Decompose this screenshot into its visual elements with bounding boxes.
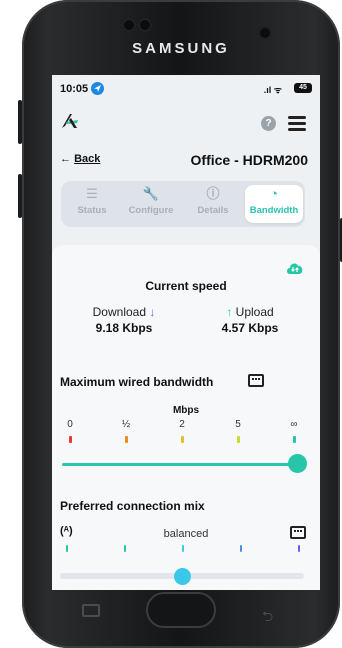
- connection-mix-tick-mark: [182, 545, 184, 552]
- back-label: Back: [74, 153, 101, 165]
- volume-down-button: [18, 174, 22, 218]
- hamburger-menu-icon[interactable]: [288, 116, 306, 131]
- upload-label: Upload: [235, 305, 274, 319]
- current-speed-title: Current speed: [145, 279, 227, 293]
- tab-configure-label: Configure: [128, 205, 174, 216]
- ethernet-icon: [290, 526, 306, 539]
- connection-mix-tick-mark: [66, 545, 68, 552]
- download-label: Download: [92, 305, 147, 319]
- front-camera-icon: [258, 26, 272, 40]
- bandwidth-tick-label: 2: [179, 419, 185, 430]
- cloud-sync-icon[interactable]: [285, 261, 305, 275]
- signal-wifi-icon: .ıl ᯤ: [263, 85, 282, 95]
- info-icon: ⓘ: [206, 186, 220, 201]
- sensor-icon: [122, 18, 136, 32]
- sensor-icon: [138, 18, 152, 32]
- brand-logo: SAMSUNG: [132, 40, 230, 57]
- bandwidth-tick-mark: [181, 436, 184, 443]
- bandwidth-slider-track[interactable]: [62, 463, 298, 466]
- connection-mix-tick-mark: [124, 545, 126, 552]
- app-logo-icon[interactable]: [60, 112, 80, 135]
- connection-mix-tick-mark: [298, 545, 300, 552]
- bandwidth-tick-label: ∞: [290, 419, 298, 430]
- status-list-icon: ☰: [86, 186, 98, 201]
- download-block: Download ↓ 9.18 Kbps: [74, 305, 174, 335]
- download-label-row: Download ↓: [74, 305, 174, 319]
- status-bar: 10:05 .ıl ᯤ 45: [52, 75, 320, 101]
- tab-bar: ☰ Status 🔧 Configure ⓘ Details ◔ Bandwid…: [61, 181, 305, 227]
- connection-mix-slider-thumb[interactable]: [174, 568, 191, 585]
- tab-details-label: Details: [197, 205, 229, 216]
- location-icon: [91, 82, 104, 95]
- recent-apps-icon[interactable]: [82, 604, 100, 617]
- tab-status-label: Status: [77, 205, 107, 216]
- back-arrow-icon: ←: [60, 153, 71, 165]
- help-icon[interactable]: ?: [261, 116, 276, 131]
- battery-icon: 45: [294, 83, 312, 93]
- connection-mix-value: balanced: [163, 528, 209, 540]
- bandwidth-slider-thumb[interactable]: [288, 454, 307, 473]
- tab-details[interactable]: ⓘ Details: [185, 185, 241, 223]
- tab-bandwidth-label: Bandwidth: [249, 205, 299, 216]
- home-button[interactable]: [146, 592, 216, 628]
- mbps-unit-label: Mbps: [172, 405, 200, 416]
- volume-up-button: [18, 100, 22, 144]
- connection-mix-title: Preferred connection mix: [60, 499, 205, 513]
- tab-status[interactable]: ☰ Status: [64, 185, 120, 223]
- bandwidth-tick-label: 0: [67, 419, 73, 430]
- connection-mix-tick-mark: [240, 545, 242, 552]
- download-value: 9.18 Kbps: [95, 321, 153, 335]
- tab-configure[interactable]: 🔧 Configure: [123, 185, 179, 223]
- status-time: 10:05: [60, 83, 89, 95]
- bandwidth-tick-label: 5: [235, 419, 241, 430]
- bandwidth-tick-label: ½: [121, 419, 131, 430]
- download-arrow-icon: ↓: [149, 305, 156, 319]
- bandwidth-tick-mark: [125, 436, 128, 443]
- app-screen: 10:05 .ıl ᯤ 45 ? ← Back Office - HDRM200…: [52, 75, 320, 590]
- bandwidth-tick-mark: [237, 436, 240, 443]
- bandwidth-tick-mark: [69, 436, 72, 443]
- speedometer-icon: ◔: [270, 186, 278, 201]
- upload-label-row: ↑ Upload: [200, 305, 300, 319]
- wrench-icon: 🔧: [142, 186, 160, 201]
- device-title: Office - HDRM200: [190, 152, 308, 168]
- bandwidth-card: Current speed Download ↓ 9.18 Kbps ↑ Upl…: [52, 245, 320, 590]
- max-bandwidth-title: Maximum wired bandwidth: [60, 375, 214, 389]
- upload-value: 4.57 Kbps: [221, 321, 279, 335]
- hardware-back-icon[interactable]: ⮌: [262, 606, 273, 630]
- tab-bandwidth[interactable]: ◔ Bandwidth: [245, 185, 303, 223]
- ethernet-icon: [248, 374, 264, 387]
- upload-block: ↑ Upload 4.57 Kbps: [200, 305, 300, 335]
- upload-arrow-icon: ↑: [226, 305, 233, 319]
- bandwidth-tick-mark: [293, 436, 296, 443]
- back-link[interactable]: ← Back: [60, 153, 100, 165]
